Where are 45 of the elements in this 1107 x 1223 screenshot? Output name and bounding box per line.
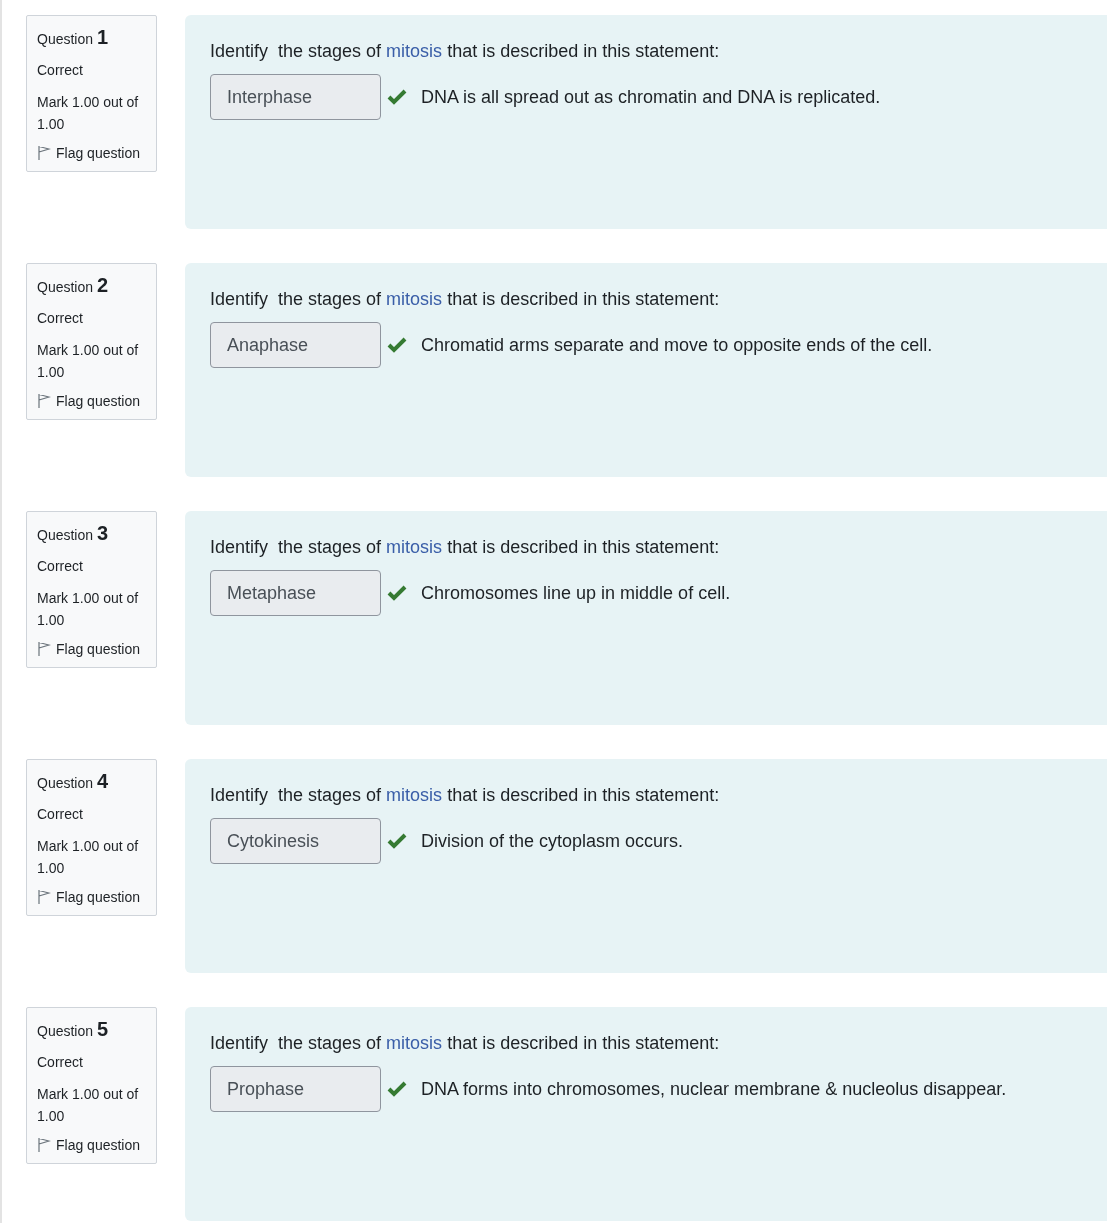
question-text: Identify the stages of mitosis that is described in this statement: (210, 785, 721, 806)
question-text: Identify the stages of mitosis that is described in this statement: (210, 289, 721, 310)
glossary-link[interactable]: mitosis (386, 1033, 443, 1053)
question-label: Question (37, 775, 94, 791)
answer-field[interactable]: Metaphase (210, 570, 381, 616)
question-label: Question (37, 527, 94, 543)
flag-question-link[interactable]: Flag question (37, 393, 148, 409)
statement-text: Division of the cytoplasm occurs. (421, 830, 684, 852)
question-label: Question (37, 279, 94, 295)
question-status: Correct (37, 557, 84, 576)
flag-question-link[interactable]: Flag question (37, 145, 148, 161)
question-mark: Mark 1.00 out of 1.00 (37, 341, 140, 382)
question-number: 2 (97, 274, 109, 297)
question-number: 1 (97, 26, 109, 49)
question-mark: Mark 1.00 out of 1.00 (37, 589, 140, 630)
flag-question-link[interactable]: Flag question (37, 641, 148, 657)
answer-field[interactable]: Cytokinesis (210, 818, 381, 864)
question-status: Correct (37, 61, 84, 80)
statement-text: Chromosomes line up in middle of cell. (421, 582, 731, 604)
flag-question-link[interactable]: Flag question (37, 1137, 148, 1153)
question-status: Correct (37, 309, 84, 328)
glossary-link[interactable]: mitosis (386, 785, 443, 805)
statement-text: DNA is all spread out as chromatin and DNA is replicated. (421, 86, 881, 108)
answer-field[interactable]: Prophase (210, 1066, 381, 1112)
question-number: 4 (97, 770, 109, 793)
glossary-link[interactable]: mitosis (386, 289, 443, 309)
question-number: 5 (97, 1018, 109, 1041)
question-label: Question (37, 31, 94, 47)
question-status: Correct (37, 1053, 84, 1072)
question-text: Identify the stages of mitosis that is described in this statement: (210, 41, 721, 62)
statement-text: Chromatid arms separate and move to opposite ends of the cell. (421, 334, 933, 356)
glossary-link[interactable]: mitosis (386, 41, 443, 61)
statement-text: DNA forms into chromosomes, nuclear membrane & nucleolus disappear. (421, 1078, 1007, 1100)
answer-field[interactable]: Interphase (210, 74, 381, 120)
flag-question-link[interactable]: Flag question (37, 889, 148, 905)
glossary-link[interactable]: mitosis (386, 537, 443, 557)
question-mark: Mark 1.00 out of 1.00 (37, 837, 140, 878)
question-status: Correct (37, 805, 84, 824)
question-label: Question (37, 1023, 94, 1039)
question-text: Identify the stages of mitosis that is described in this statement: (210, 537, 721, 558)
question-number: 3 (97, 522, 109, 545)
question-mark: Mark 1.00 out of 1.00 (37, 1085, 140, 1126)
answer-field[interactable]: Anaphase (210, 322, 381, 368)
question-mark: Mark 1.00 out of 1.00 (37, 93, 140, 134)
question-text: Identify the stages of mitosis that is described in this statement: (210, 1033, 721, 1054)
